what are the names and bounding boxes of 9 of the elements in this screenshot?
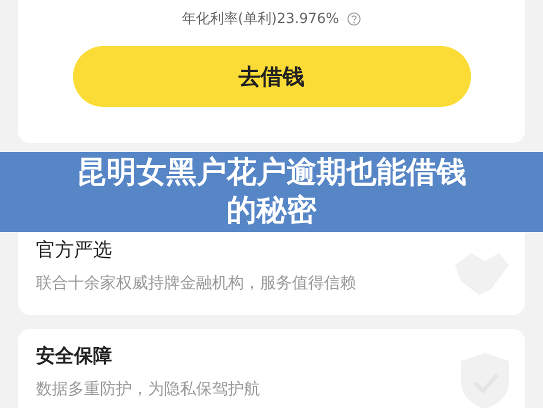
feature-title: 官方严选 (36, 238, 113, 263)
feature-description: 数据多重防护，为隐私保驾护航 (36, 379, 261, 400)
shield-check-icon (459, 351, 511, 408)
borrow-button[interactable]: 去借钱 (72, 46, 470, 107)
help-icon[interactable] (347, 12, 362, 26)
interest-rate: 年化利率(单利)23.976% (182, 10, 340, 28)
banner-title: 昆明女黑户花户逾期也能借钱的秘密 (76, 154, 466, 230)
feature-title: 安全保障 (36, 344, 113, 369)
feature-description: 联合十余家权威持牌金融机构，服务值得信赖 (36, 273, 357, 294)
